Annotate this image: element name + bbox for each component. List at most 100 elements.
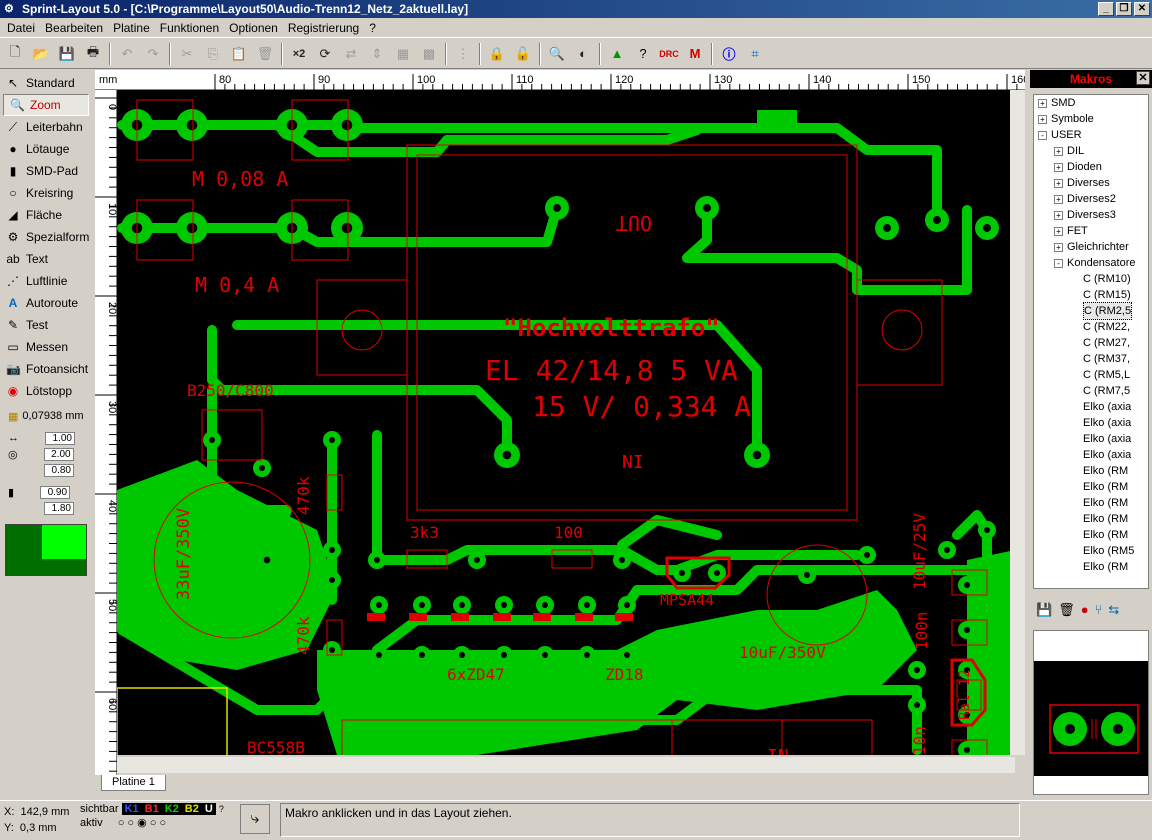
new-file-icon[interactable]: 🗋 (4, 43, 26, 65)
drc-icon[interactable]: DRC (658, 43, 680, 65)
macro-tree-item[interactable]: - USER (1034, 127, 1148, 143)
macro-tree-item[interactable]: Elko (RM (1034, 495, 1148, 511)
minimize-button[interactable]: _ (1098, 2, 1114, 16)
macro-preview[interactable]: Drag and Drop (1033, 630, 1149, 795)
macro-tree-item[interactable]: Elko (RM (1034, 463, 1148, 479)
macro-tree-item[interactable]: C (RM10) (1034, 271, 1148, 287)
menu-optionen[interactable]: Optionen (224, 21, 283, 35)
tool-luftlinie[interactable]: ⋰ Luftlinie (0, 270, 92, 292)
cut-icon[interactable]: ✂ (176, 43, 198, 65)
expand-icon[interactable]: + (1054, 162, 1063, 172)
macro-refresh-icon[interactable]: ⇆ (1108, 602, 1119, 618)
mirror-icon[interactable]: ⇄ (340, 43, 362, 65)
macro-tree-item[interactable]: Elko (axia (1034, 399, 1148, 415)
tool-kreisring[interactable]: ○ Kreisring (0, 182, 92, 204)
unlock-icon[interactable]: 🔓 (512, 43, 534, 65)
layer-k1[interactable]: K1 (121, 803, 142, 815)
tab-platine-1[interactable]: Platine 1 (101, 775, 166, 791)
macro-tree-item[interactable]: Elko (RM (1034, 479, 1148, 495)
macro-tree-item[interactable]: + SMD (1034, 95, 1148, 111)
macro-tree-item[interactable]: C (RM5,L (1034, 367, 1148, 383)
macro-folder-icon[interactable]: ⑂ (1095, 602, 1103, 618)
expand-icon[interactable]: + (1054, 146, 1063, 156)
layer-u[interactable]: U (201, 803, 216, 815)
expand-icon[interactable]: + (1054, 210, 1063, 220)
layer-b1[interactable]: B1 (141, 803, 162, 815)
save-icon[interactable]: 💾 (56, 43, 78, 65)
macro-tree-item[interactable]: C (RM15) (1034, 287, 1148, 303)
macro-tree-item[interactable]: C (RM22, (1034, 319, 1148, 335)
menu-bearbeiten[interactable]: Bearbeiten (40, 21, 108, 35)
vertical-scrollbar[interactable] (1010, 90, 1025, 755)
tool-lötstopp[interactable]: ◉ Lötstopp (0, 380, 92, 402)
expand-icon[interactable]: + (1054, 178, 1063, 188)
close-icon[interactable]: ✕ (1136, 71, 1150, 85)
macro-tree-item[interactable]: + Symbole (1034, 111, 1148, 127)
expand-icon[interactable]: + (1054, 226, 1063, 236)
tool-standard[interactable]: ↖ Standard (0, 72, 92, 94)
duplicate-icon[interactable]: ×2 (288, 43, 310, 65)
expand-icon[interactable]: + (1054, 194, 1063, 204)
track-width-input[interactable]: 1.00 (45, 431, 75, 445)
macro-icon[interactable]: M (684, 43, 706, 65)
expand-icon[interactable]: + (1038, 98, 1047, 108)
paste-icon[interactable]: 📋 (228, 43, 250, 65)
properties-icon[interactable]: ⌗ (744, 43, 766, 65)
menu-help[interactable]: ? (364, 21, 381, 35)
open-folder-icon[interactable]: 📂 (30, 43, 52, 65)
record-macro-icon[interactable]: ● (1081, 602, 1089, 618)
macro-tree-item[interactable]: Elko (axia (1034, 431, 1148, 447)
macro-tree-item[interactable]: Elko (RM (1034, 527, 1148, 543)
tool-lötauge[interactable]: ● Lötauge (0, 138, 92, 160)
tool-fotoansicht[interactable]: 📷 Fotoansicht (0, 358, 92, 380)
tool-smdpad[interactable]: ▮ SMD-Pad (0, 160, 92, 182)
info-icon[interactable]: ⓘ (718, 43, 740, 65)
macro-tree-item[interactable]: Elko (axia (1034, 415, 1148, 431)
tool-zoom[interactable]: 🔍 Zoom (3, 94, 89, 116)
macro-tree-item[interactable]: + DIL (1034, 143, 1148, 159)
transparent-icon[interactable]: ◐ (572, 43, 594, 65)
menu-funktionen[interactable]: Funktionen (155, 21, 224, 35)
collapse-icon[interactable]: - (1054, 258, 1063, 268)
tool-spezialform[interactable]: ⚙ Spezialform (0, 226, 92, 248)
macro-tree-item[interactable]: + Gleichrichter (1034, 239, 1148, 255)
align-icon[interactable]: ⇕ (366, 43, 388, 65)
smd-width-input[interactable]: 0.90 (40, 485, 71, 499)
restore-button[interactable]: ❐ (1116, 2, 1132, 16)
tool-text[interactable]: ab Text (0, 248, 92, 270)
macro-tree-item[interactable]: C (RM7,5 (1034, 383, 1148, 399)
snap-icon[interactable]: ⋮ (452, 43, 474, 65)
print-icon[interactable]: 🖶 (82, 43, 104, 65)
save-macro-icon[interactable]: 💾 (1036, 602, 1052, 618)
group-icon[interactable]: ▦ (392, 43, 414, 65)
undo-icon[interactable]: ↶ (116, 43, 138, 65)
menu-datei[interactable]: Datei (2, 21, 40, 35)
tool-autoroute[interactable]: A Autoroute (0, 292, 92, 314)
pad-inner-input[interactable]: 0.80 (44, 463, 74, 477)
macro-tree[interactable]: + SMD + Symbole - USER + DIL + Dioden + Diverses + Di… (1033, 94, 1149, 589)
tool-test[interactable]: ✎ Test (0, 314, 92, 336)
layer-tool-icon[interactable]: ⤷ (240, 804, 270, 834)
smd-height-input[interactable]: 1.80 (44, 501, 74, 515)
delete-icon[interactable]: 🗑 (254, 43, 276, 65)
collapse-icon[interactable]: - (1038, 130, 1047, 140)
close-button[interactable]: ✕ (1134, 2, 1150, 16)
layer-b2[interactable]: B2 (181, 803, 202, 815)
macro-tree-item[interactable]: + Diverses2 (1034, 191, 1148, 207)
tool-leiterbahn[interactable]: ⟋ Leiterbahn (0, 116, 92, 138)
menu-registrierung[interactable]: Registrierung (283, 21, 364, 35)
horizontal-scrollbar[interactable] (117, 757, 1015, 773)
layer-color-swatch[interactable] (5, 524, 87, 576)
macro-tree-item[interactable]: + FET (1034, 223, 1148, 239)
rotate-icon[interactable]: ⟳ (314, 43, 336, 65)
macro-tree-item[interactable]: C (RM37, (1034, 351, 1148, 367)
macro-tree-item[interactable]: + Dioden (1034, 159, 1148, 175)
macro-tree-item[interactable]: Elko (RM (1034, 511, 1148, 527)
macro-tree-item[interactable]: Elko (RM5 (1034, 543, 1148, 559)
zoom-icon[interactable]: 🔍 (546, 43, 568, 65)
macro-tree-item[interactable]: - Kondensatore (1034, 255, 1148, 271)
pcb-board[interactable]: M 0,08 A M 0,4 A OUT "Hochvolttrafo" EL … (117, 90, 1015, 755)
component-list-icon[interactable]: ? (632, 43, 654, 65)
redo-icon[interactable]: ↷ (142, 43, 164, 65)
macro-tree-item[interactable]: Elko (RM (1034, 559, 1148, 575)
